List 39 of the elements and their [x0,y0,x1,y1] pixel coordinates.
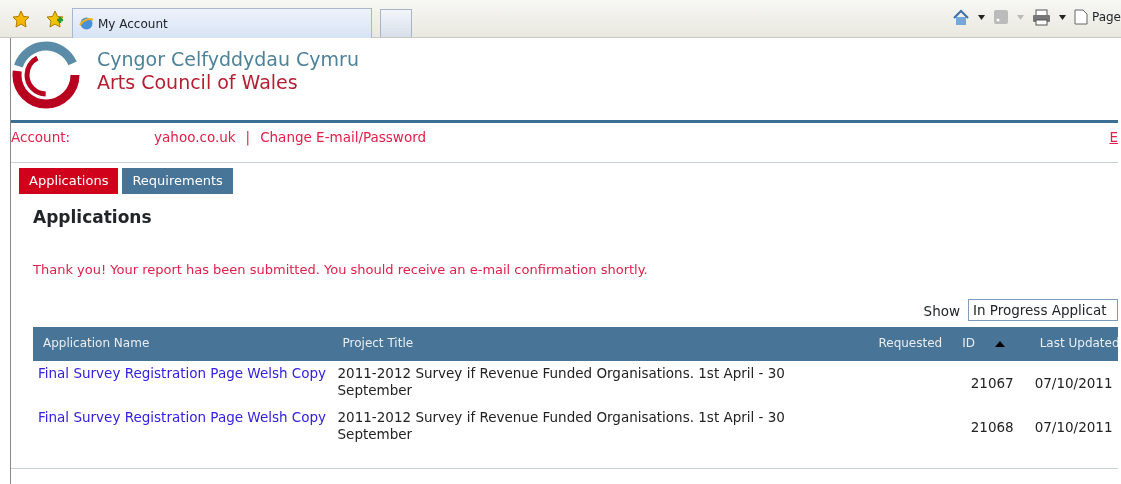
table-cell: 2011-2012 Survey if Revenue Funded Organisations. 1st April - 30 September [332,361,849,405]
page-menu[interactable]: Page [1073,8,1121,26]
column-header[interactable]: Last Updated [1029,327,1118,361]
column-header[interactable]: Project Title [332,327,849,361]
caret-icon[interactable] [1058,14,1066,20]
account-email: yahoo.co.uk [154,128,236,147]
table-cell-text: 21068 [969,418,1015,437]
separator: | [245,128,251,148]
column-header[interactable]: ID [952,327,1030,361]
feed-icon[interactable] [992,9,1009,25]
confirmation-message: Thank you! Your report has been submitted. You should receive an e-mail confirmation shortly. [33,260,649,279]
document-icon [1073,9,1088,25]
english-name: Arts Council of Wales [97,70,299,94]
new-tab-button[interactable] [380,9,412,37]
print-icon[interactable] [1031,8,1051,26]
welsh-name: Cyngor Celfyddydau Cymru [97,48,359,71]
page-heading: Applications [33,206,153,229]
add-favorite-icon[interactable] [46,10,64,28]
account-label: Account: [11,128,71,147]
table-cell: 21067 [952,361,1030,405]
table-cell-text: 07/10/2011 [1033,418,1114,437]
tab[interactable]: Requirements [122,168,233,194]
table-cell-text: 2011-2012 Survey if Revenue Funded Organisations. 1st April - 30 September [336,408,786,444]
show-label: Show [923,301,960,321]
star-icon[interactable] [12,10,30,28]
change-email-link[interactable]: Change E-mail/Password [260,127,427,162]
globe-icon [79,16,94,31]
application-link[interactable]: Final Survey Registration Page Welsh Copy [38,365,327,381]
application-link[interactable]: Final Survey Registration Page Welsh Copy [38,409,327,425]
home-icon[interactable] [951,8,970,26]
filter-select[interactable]: In Progress Applicat [968,299,1118,321]
browser-tab[interactable]: My Account [72,8,372,38]
table-cell: 07/10/2011 [1029,361,1118,405]
column-header[interactable]: Application Name [33,327,333,361]
column-header[interactable]: Requested [848,327,953,361]
logo-icon [11,40,81,110]
tab[interactable]: Applications [19,168,119,194]
caret-icon[interactable] [977,14,985,20]
account-link[interactable]: E [1109,127,1118,162]
